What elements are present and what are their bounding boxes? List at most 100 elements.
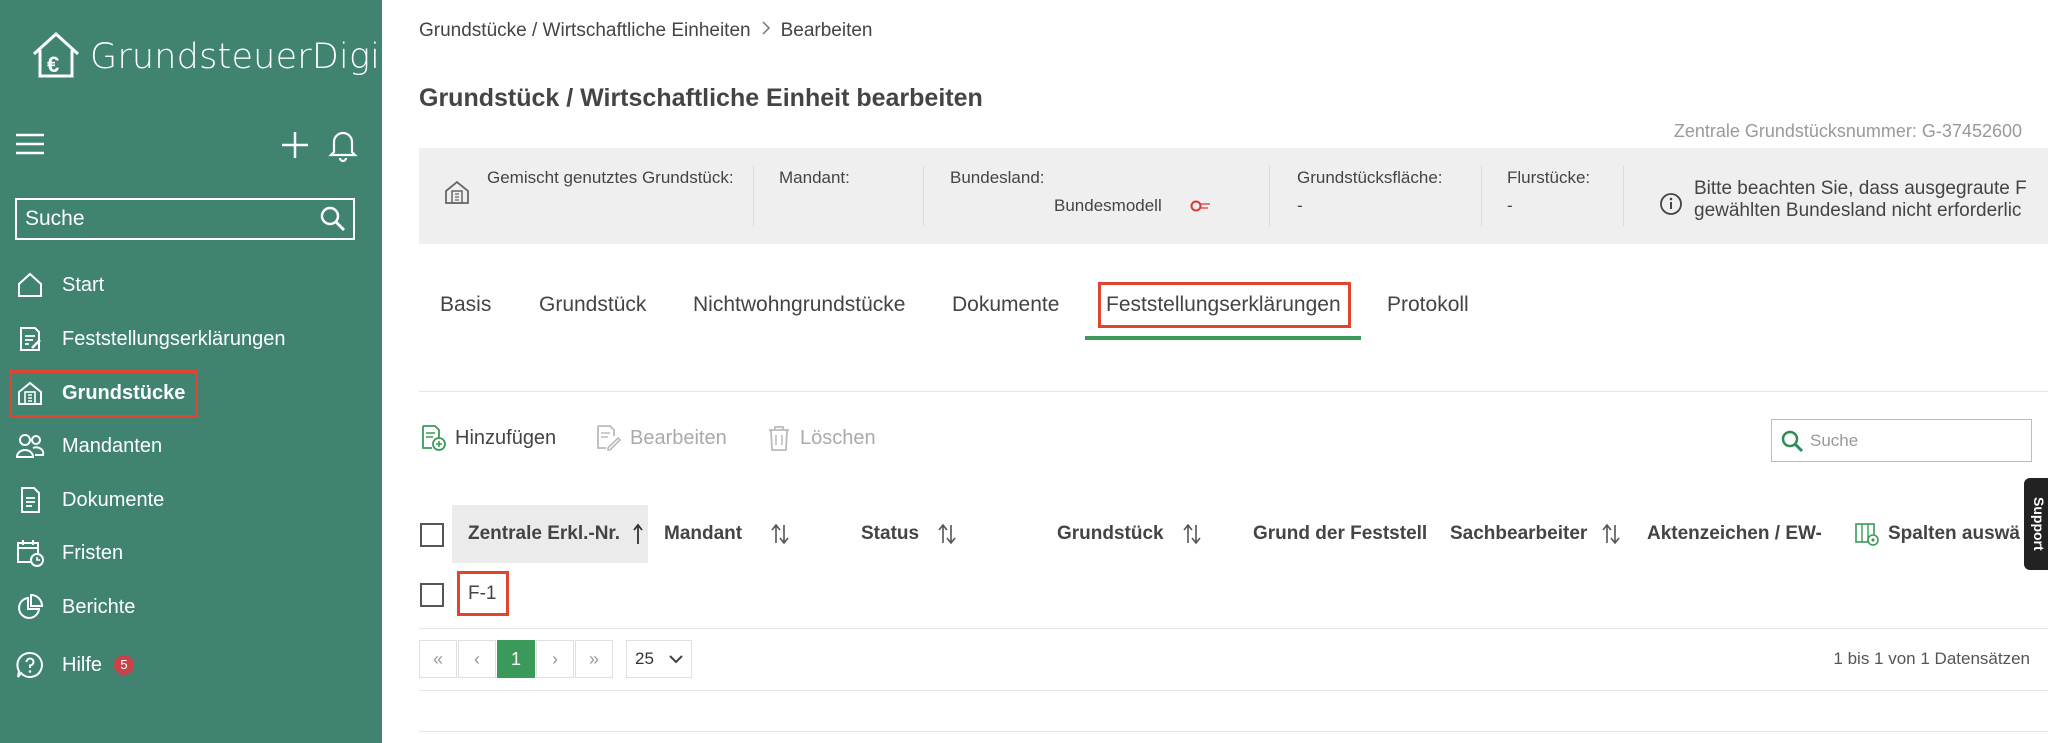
column-header-label: Sachbearbeiter: [1450, 523, 1588, 544]
plus-icon[interactable]: [280, 130, 310, 165]
zentrale-grundstuecksnummer: Zentrale Grundstücksnummer: G-37452600: [1673, 121, 2022, 141]
trash-icon: [766, 424, 792, 452]
bundesland-value: Bundesmodell: [1054, 196, 1162, 215]
sidebar-item-mandanten[interactable]: Mandanten: [14, 426, 162, 466]
search-icon: [1780, 429, 1804, 453]
breadcrumb: Grundstücke / Wirtschaftliche Einheiten …: [419, 20, 873, 42]
document-icon: [14, 484, 46, 516]
select-all-checkbox[interactable]: [420, 523, 444, 547]
edit-button-label: Bearbeiten: [630, 426, 727, 449]
sidebar-item-label: Dokumente: [62, 488, 165, 511]
tab-protokoll[interactable]: Protokoll: [1387, 293, 1469, 317]
hamburger-menu-icon[interactable]: [15, 132, 45, 156]
columns-chooser-button[interactable]: Spalten auswä: [1854, 505, 2048, 563]
sidebar-search-input[interactable]: Suche: [15, 198, 355, 240]
divider: [1623, 166, 1624, 226]
highlight-row-f1: [457, 571, 509, 616]
chevron-right-icon: [761, 20, 771, 42]
breadcrumb-parent-link[interactable]: Grundstücke / Wirtschaftliche Einheiten: [419, 20, 751, 42]
mandant-label: Mandant:: [779, 168, 850, 187]
column-header-aktenzeichen[interactable]: Aktenzeichen / EW-: [1647, 505, 1829, 563]
search-icon[interactable]: [319, 205, 347, 238]
flaeche-label: Grundstücksfläche:: [1297, 168, 1443, 187]
sidebar-item-hilfe[interactable]: Hilfe 5: [14, 645, 135, 685]
divider: [1269, 166, 1270, 226]
logo-text: GrundsteuerDigital: [90, 36, 426, 77]
column-header-label: Status: [861, 523, 920, 544]
column-settings-icon: [1854, 521, 1880, 547]
tab-basis[interactable]: Basis: [440, 293, 491, 317]
delete-button-label: Löschen: [800, 426, 876, 449]
notice-line-1: Bitte beachten Sie, dass ausgegraute F: [1694, 178, 2027, 199]
active-tab-indicator: [1085, 336, 1361, 340]
sidebar-item-label: Hilfe: [62, 653, 103, 676]
add-button[interactable]: Hinzufügen: [419, 424, 556, 452]
columns-chooser-label: Spalten auswä: [1888, 523, 2020, 544]
sidebar-item-berichte[interactable]: Berichte: [14, 587, 135, 627]
sidebar-item-fristen[interactable]: Fristen: [14, 533, 123, 573]
info-icon: [1659, 192, 1683, 221]
flaeche-value: -: [1297, 196, 1303, 215]
sort-icon: [1182, 523, 1202, 545]
column-header-label: Mandant: [664, 523, 743, 544]
first-page-button[interactable]: «: [419, 640, 457, 678]
next-page-button[interactable]: ›: [536, 640, 574, 678]
flag-icon: [1190, 198, 1212, 219]
divider: [419, 731, 2048, 732]
sidebar-item-label: Berichte: [62, 595, 136, 618]
last-page-button[interactable]: »: [575, 640, 613, 678]
sidebar-item-feststellungserklaerungen[interactable]: Feststellungserklärungen: [14, 319, 285, 359]
column-header-label: Grund der Feststell: [1253, 523, 1428, 544]
column-header-zentrale-erkl-nr[interactable]: Zentrale Erkl.-Nr.: [452, 505, 648, 563]
column-header-grundstueck[interactable]: Grundstück: [1057, 505, 1202, 563]
notification-badge: 5: [114, 655, 135, 675]
previous-page-button[interactable]: ‹: [458, 640, 496, 678]
tab-nichtwohngrundstuecke[interactable]: Nichtwohngrundstücke: [693, 293, 905, 317]
tab-dokumente[interactable]: Dokumente: [952, 293, 1059, 317]
bell-icon[interactable]: [328, 128, 358, 167]
column-header-label: Aktenzeichen / EW-: [1647, 523, 1822, 544]
column-header-grund-der-feststellung[interactable]: Grund der Feststell: [1253, 505, 1433, 563]
edit-document-icon: [594, 424, 622, 452]
notice-line-2: gewählten Bundesland nicht erforderlic: [1694, 200, 2022, 221]
support-tab[interactable]: Support: [2024, 478, 2048, 570]
add-button-label: Hinzufügen: [455, 426, 557, 449]
table-search-input[interactable]: Suche: [1771, 419, 2032, 462]
column-header-mandant[interactable]: Mandant: [664, 505, 790, 563]
divider: [419, 391, 2048, 392]
sidebar-search-placeholder: Suche: [25, 207, 85, 230]
sort-icon: [770, 523, 790, 545]
page-button-current[interactable]: 1: [497, 640, 535, 678]
column-header-label: Zentrale Erkl.-Nr.: [468, 523, 621, 544]
sidebar-item-label: Mandanten: [62, 434, 163, 457]
property-type-label: Gemischt genutztes Grundstück:: [487, 168, 734, 187]
divider: [923, 166, 924, 226]
delete-button[interactable]: Löschen: [766, 424, 876, 452]
page-size-value: 25: [635, 649, 654, 668]
sidebar-item-label: Start: [62, 273, 105, 296]
edit-button[interactable]: Bearbeiten: [594, 424, 727, 452]
divider: [419, 690, 2048, 691]
add-document-icon: [419, 424, 447, 452]
highlight-grundstuecke: [9, 370, 198, 418]
flurstuecke-value: -: [1507, 196, 1513, 215]
tab-grundstueck[interactable]: Grundstück: [539, 293, 646, 317]
svg-text:€: €: [47, 52, 59, 77]
sidebar-item-start[interactable]: Start: [14, 265, 104, 305]
highlight-active-tab: [1098, 282, 1351, 328]
column-header-status[interactable]: Status: [861, 505, 957, 563]
column-header-sachbearbeiter[interactable]: Sachbearbeiter: [1450, 505, 1621, 563]
building-icon: [443, 178, 471, 211]
sidebar-item-label: Fristen: [62, 541, 124, 564]
property-info-bar: Gemischt genutztes Grundstück: Mandant: …: [419, 148, 2048, 244]
home-icon: [14, 269, 46, 301]
sidebar-item-dokumente[interactable]: Dokumente: [14, 480, 164, 520]
page-size-select[interactable]: 25: [626, 640, 692, 678]
house-euro-logo-icon: €: [30, 30, 82, 83]
row-checkbox[interactable]: [420, 583, 444, 607]
column-header-label: Grundstück: [1057, 523, 1164, 544]
logo[interactable]: € GrundsteuerDigital: [30, 30, 426, 83]
divider: [419, 628, 2048, 629]
calendar-icon: [14, 537, 46, 569]
divider: [753, 166, 754, 226]
